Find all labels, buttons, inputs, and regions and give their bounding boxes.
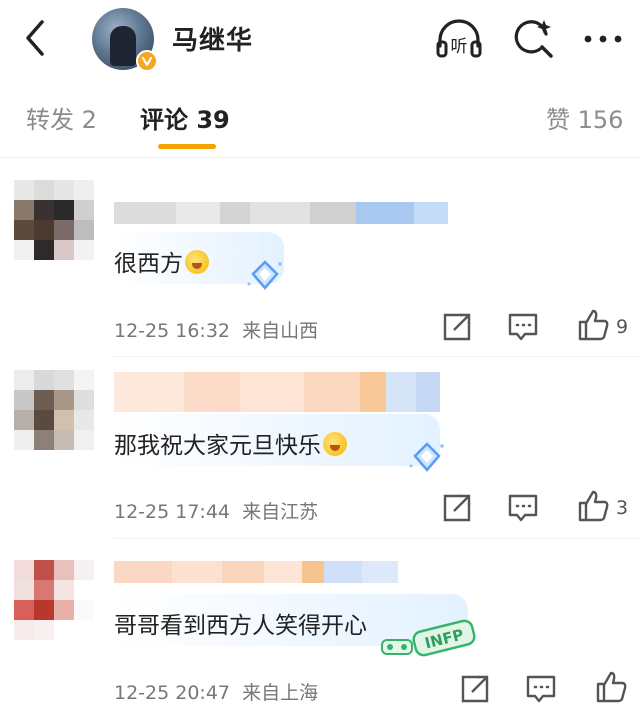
headphones-icon: 听 bbox=[436, 19, 482, 58]
listen-label: 听 bbox=[451, 37, 468, 57]
commenter-avatar[interactable] bbox=[14, 180, 94, 260]
like-count: 9 bbox=[616, 316, 629, 338]
emoji-icon bbox=[323, 432, 347, 456]
tab-divider bbox=[0, 157, 640, 158]
diamond-badge-icon bbox=[247, 260, 282, 290]
tab-likes[interactable]: 赞 156 bbox=[546, 100, 623, 135]
comment-time: 12-25 17:44 bbox=[114, 501, 231, 523]
like-button[interactable] bbox=[576, 308, 610, 342]
comment-location: 来自山西 bbox=[242, 320, 319, 342]
like-button[interactable] bbox=[576, 489, 610, 523]
chevron-left-icon bbox=[26, 20, 44, 56]
comment-time: 12-25 20:47 bbox=[114, 682, 231, 704]
author-avatar[interactable] bbox=[92, 8, 158, 72]
author-name[interactable]: 马继华 bbox=[172, 20, 253, 57]
comment-text: 哥哥看到西方人笑得开心 bbox=[114, 613, 367, 639]
active-tab-indicator bbox=[158, 144, 216, 149]
more-button[interactable] bbox=[578, 14, 628, 64]
reply-button[interactable] bbox=[506, 310, 540, 344]
comment-icon bbox=[526, 675, 556, 703]
share-icon bbox=[443, 494, 471, 522]
top-bar: 马继华 听 bbox=[0, 0, 640, 80]
share-icon bbox=[443, 313, 471, 341]
sparkle-search-icon bbox=[514, 20, 553, 58]
tab-bar: 转发 2 评论 39 赞 156 bbox=[0, 80, 640, 158]
thumbs-up-icon bbox=[596, 671, 627, 703]
comment-time: 12-25 16:32 bbox=[114, 320, 231, 342]
comment-text: 那我祝大家元旦快乐 bbox=[114, 426, 347, 460]
like-button[interactable] bbox=[594, 670, 628, 704]
tab-comments[interactable]: 评论 39 bbox=[140, 100, 230, 135]
tab-repost[interactable]: 转发 2 bbox=[26, 100, 97, 135]
verified-badge-icon bbox=[136, 50, 158, 72]
comment-divider bbox=[114, 356, 640, 357]
emoji-icon bbox=[185, 250, 209, 274]
search-button[interactable] bbox=[510, 14, 560, 64]
commenter-name-blurred[interactable] bbox=[114, 202, 448, 224]
repost-button[interactable] bbox=[440, 491, 474, 525]
comment-meta: 12-25 20:47 来自上海 bbox=[114, 678, 318, 705]
commenter-name-blurred[interactable] bbox=[114, 561, 398, 583]
comment-icon bbox=[508, 313, 538, 341]
reply-button[interactable] bbox=[506, 491, 540, 525]
reply-button[interactable] bbox=[524, 672, 558, 706]
commenter-avatar[interactable] bbox=[14, 560, 94, 640]
comment-meta: 12-25 17:44 来自江苏 bbox=[114, 497, 318, 524]
comment-location: 来自上海 bbox=[242, 682, 319, 704]
comment-icon bbox=[508, 494, 538, 522]
comment-meta: 12-25 16:32 来自山西 bbox=[114, 316, 318, 343]
share-icon bbox=[461, 675, 489, 703]
comment-text: 很西方 bbox=[114, 244, 209, 278]
repost-button[interactable] bbox=[458, 672, 492, 706]
repost-button[interactable] bbox=[440, 310, 474, 344]
diamond-badge-icon bbox=[409, 442, 444, 472]
back-button[interactable] bbox=[16, 18, 56, 58]
thumbs-up-icon bbox=[578, 490, 609, 522]
commenter-avatar[interactable] bbox=[14, 370, 94, 450]
thumbs-up-icon bbox=[578, 309, 609, 341]
comment-divider bbox=[114, 538, 640, 539]
listen-button[interactable]: 听 bbox=[434, 14, 484, 64]
commenter-name-blurred[interactable] bbox=[114, 372, 440, 412]
like-count: 3 bbox=[616, 497, 629, 519]
comment-location: 来自江苏 bbox=[242, 501, 319, 523]
fan-badge-icon: INFP bbox=[381, 619, 476, 657]
more-dots-icon bbox=[584, 35, 622, 43]
